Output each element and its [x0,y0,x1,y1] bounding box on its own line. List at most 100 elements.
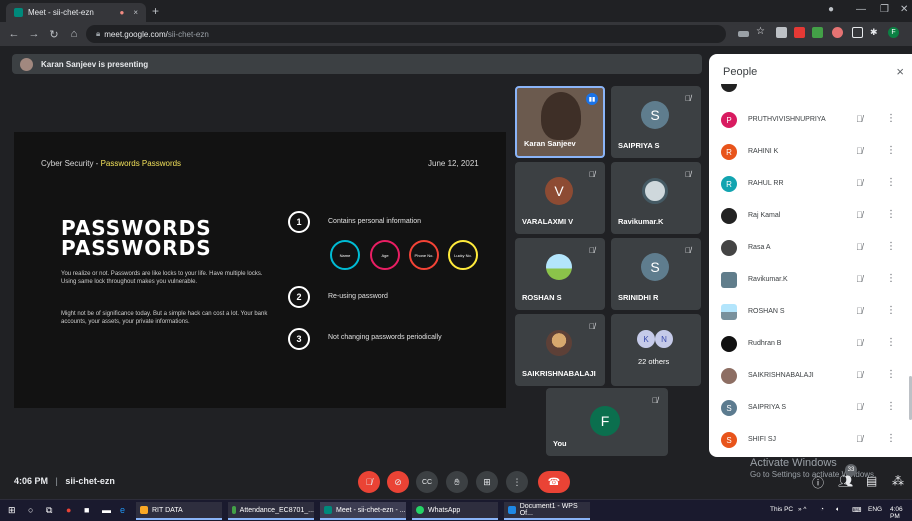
tile-varalaxmi[interactable]: 🎙̸ V VARALAXMI V [515,162,605,234]
back-arrow-icon[interactable]: ← [4,28,24,40]
extension-1-icon[interactable] [776,27,787,38]
presenting-text: Karan Sanjeev is presenting [41,59,149,69]
taskbar-item-meet[interactable]: Meet - sii-chet-ezn - ... [320,502,406,520]
tile-srinidhi[interactable]: 🎙̸ S SRINIDHI R [611,238,701,310]
taskbar-clock[interactable]: 4:06 PM [890,506,912,520]
extension-3-icon[interactable] [812,27,823,38]
task-view-icon[interactable]: ⧉ [46,505,52,516]
participant-row[interactable]: SAIKRISHNABALAJI 🎙̸ ⋮ [709,360,912,392]
chrome-icon[interactable]: ● [66,505,71,515]
more-options-icon[interactable]: ⋮ [886,369,896,380]
camera-toggle-button[interactable]: ⊘ [387,471,409,493]
windows-start-icon[interactable]: ⊞ [8,505,16,516]
url-input[interactable]: 🔒︎ meet.google.com/sii-chet-ezn [86,25,726,43]
meeting-details-icon[interactable]: ⓘ [812,474,824,491]
participant-name: SAIKRISHNABALAJI [748,372,814,379]
people-icon[interactable]: 👥︎ [838,474,853,488]
file-explorer-icon[interactable]: ▬ [102,505,111,515]
leave-call-button[interactable]: ☎︎ [538,471,570,493]
profile-avatar[interactable]: F [888,27,899,38]
captions-button[interactable]: CC [416,471,438,493]
participant-name: Ravikumar.K [748,276,788,283]
tab-close-button[interactable]: × [133,8,138,17]
close-panel-button[interactable]: × [896,64,904,79]
presenter-video-frame [541,92,581,140]
browser-tab-meet[interactable]: Meet - sii-chet-ezn ● × [6,3,146,22]
taskbar-item-whatsapp[interactable]: WhatsApp [412,502,498,520]
bookmark-star-icon[interactable]: ☆ [756,26,767,37]
language-indicator[interactable]: ENG [868,506,882,513]
more-options-icon[interactable]: ⋮ [886,337,896,348]
avatar-photo [642,178,668,204]
tile-roshan[interactable]: 🎙̸ ROSHAN S [515,238,605,310]
tile-ravikumar[interactable]: 🎙̸ Ravikumar.K [611,162,701,234]
taskbar-item-attendance[interactable]: Attendance_EC8701_... [228,502,314,520]
more-options-icon[interactable]: ⋮ [886,177,896,188]
slide-paragraph-2: Might not be of significance today. But … [61,311,268,325]
mic-toggle-button[interactable]: 🎙̸ [358,471,380,493]
extension-4-icon[interactable] [832,27,843,38]
raise-hand-button[interactable]: ✋︎ [446,471,468,493]
mic-off-icon: 🎙̸ [685,170,691,179]
taskbar-item-rit-data[interactable]: RIT DATA [136,502,222,520]
tile-karan-sanjeev[interactable]: ▮▮ Karan Sanjeev [515,86,605,158]
participant-row[interactable]: R RAHUL RR 🎙̸ ⋮ [709,168,912,200]
more-options-icon[interactable]: ⋮ [886,145,896,156]
participant-row[interactable]: ROSHAN S 🎙̸ ⋮ [709,296,912,328]
point-number-2: 2 [288,286,310,308]
participant-avatar: S [721,432,737,448]
tile-saipriya[interactable]: 🎙̸ S SAIPRIYA S [611,86,701,158]
this-pc-label[interactable]: This PC [770,506,793,513]
more-options-icon[interactable]: ⋮ [886,241,896,252]
more-options-icon[interactable]: ⋮ [886,273,896,284]
taskbar-item-wps[interactable]: Document1 - WPS Of... [504,502,590,520]
reload-icon[interactable]: ↻ [44,28,64,41]
network-icon[interactable]: ◔ [820,506,824,513]
maximize-button[interactable]: ❐ [880,4,889,15]
close-window-button[interactable]: ✕ [900,4,908,15]
more-options-icon[interactable]: ⋮ [886,401,896,412]
new-tab-button[interactable]: + [152,4,159,18]
tile-saikrishnabalaji[interactable]: 🎙̸ SAIKRISHNABALAJI [515,314,605,386]
participant-name: Rudhran B [748,340,782,347]
participant-name: SAIPRIYA S [748,404,786,411]
more-options-icon[interactable]: ⋮ [886,113,896,124]
more-options-icon[interactable]: ⋮ [886,209,896,220]
participant-row[interactable]: P PRUTHVIVISHNUPRIYA 🎙̸ ⋮ [709,104,912,136]
participant-row[interactable]: Rudhran B 🎙̸ ⋮ [709,328,912,360]
more-options-icon[interactable]: ⋮ [886,433,896,444]
extension-5-icon[interactable] [852,27,863,38]
participant-row[interactable]: S SHIFI SJ 🎙̸ ⋮ [709,424,912,456]
participant-row[interactable]: S SAIPRIYA S 🎙̸ ⋮ [709,392,912,424]
extension-2-icon[interactable] [794,27,805,38]
home-icon[interactable]: ⌂ [64,28,84,40]
participant-name: ROSHAN S [748,308,785,315]
profile-icon[interactable]: ● [828,4,834,15]
people-panel: People × P PRUTHVIVISHNUPRIYA 🎙̸ ⋮ R RAHINI … [709,54,912,457]
extensions-puzzle-icon[interactable]: ✱ [870,27,881,38]
edge-icon[interactable]: e [120,505,125,515]
tile-you[interactable]: 🎙̸ F You [546,388,668,456]
participant-row[interactable]: R RAHINI K 🎙̸ ⋮ [709,136,912,168]
present-now-button[interactable]: ⊞ [476,471,498,493]
forward-arrow-icon[interactable]: → [24,28,44,40]
store-icon[interactable]: ■ [84,505,89,515]
avatar-n: N [655,330,673,348]
more-options-icon[interactable]: ⋮ [886,305,896,316]
minimize-button[interactable]: — [856,4,866,15]
participant-row[interactable]: Ravikumar.K 🎙̸ ⋮ [709,264,912,296]
taskbar-item-label: Meet - sii-chet-ezn - ... [336,506,406,514]
mic-off-icon: 🎙̸ [685,94,691,103]
tile-others[interactable]: K N 22 others [611,314,701,386]
activities-icon[interactable]: ⁂ [892,474,904,488]
more-options-button[interactable]: ⋮ [506,471,528,493]
participant-row[interactable]: Raj Kamal 🎙̸ ⋮ [709,200,912,232]
participant-avatar [721,368,737,384]
tray-chevron-icon[interactable]: » ^ [798,506,806,513]
participant-row[interactable]: Rasa A 🎙̸ ⋮ [709,232,912,264]
chat-icon[interactable]: ▤ [866,474,877,488]
camera-indicator-icon[interactable] [738,31,749,37]
volume-icon[interactable]: 🔈︎ [836,506,840,514]
keyboard-icon[interactable]: ⌨ [852,506,861,514]
search-icon[interactable]: ○ [28,505,33,515]
